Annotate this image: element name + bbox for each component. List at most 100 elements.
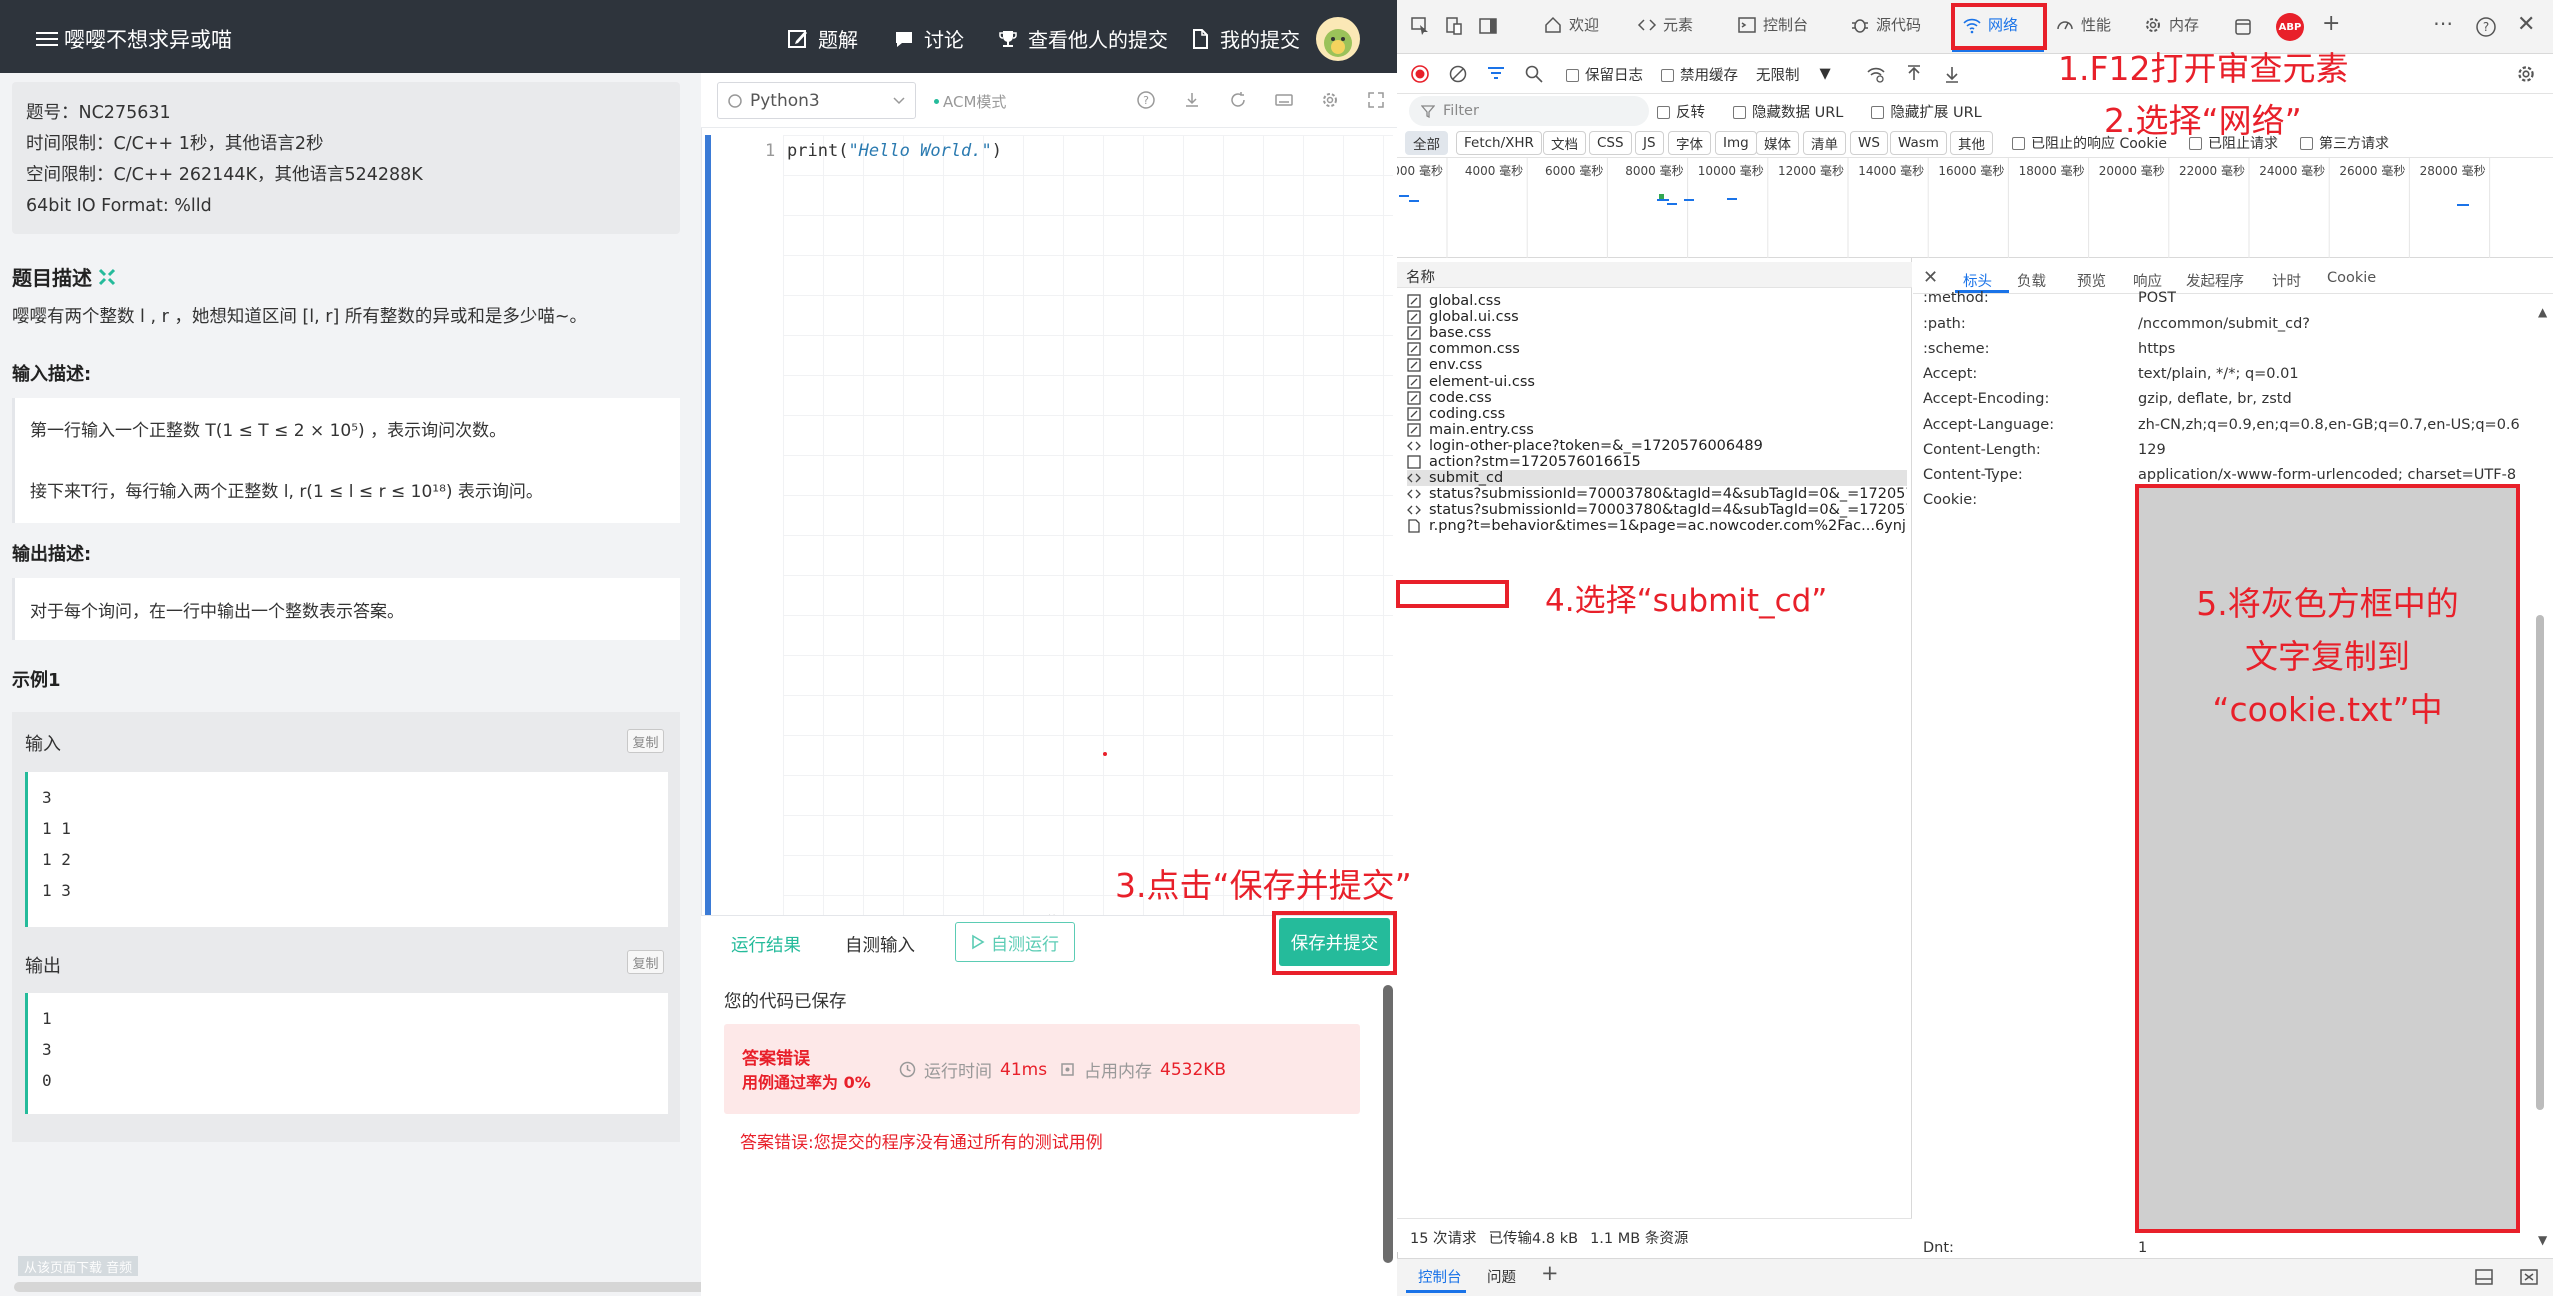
gear-icon[interactable]: [1320, 90, 1340, 110]
more-icon[interactable]: ⋯: [2433, 11, 2453, 35]
throttle-select[interactable]: 无限制 ▼: [1756, 64, 1831, 85]
type-xhr-chip[interactable]: Fetch/XHR: [1456, 131, 1542, 155]
problem-title-brand[interactable]: 嘤嘤不想求异或喵: [36, 24, 232, 54]
detail-tab[interactable]: 负载: [2017, 270, 2046, 291]
hide-data-url-checkbox[interactable]: 隐藏数据 URL: [1733, 101, 1843, 122]
refresh-icon[interactable]: [1228, 90, 1248, 110]
type-manifest-chip[interactable]: 清单: [1803, 131, 1846, 155]
detail-tab[interactable]: 响应: [2133, 270, 2162, 291]
inspect-icon[interactable]: [1410, 16, 1430, 36]
close-icon[interactable]: ✕: [2517, 12, 2535, 37]
device-icon[interactable]: [1444, 16, 1464, 36]
detail-tab[interactable]: 发起程序: [2186, 270, 2244, 291]
type-ws-chip[interactable]: WS: [1850, 131, 1888, 155]
tab-memory[interactable]: 内存: [2143, 14, 2199, 35]
request-row[interactable]: global.ui.css: [1407, 309, 1907, 325]
filter-input[interactable]: Filter: [1409, 96, 1649, 126]
detail-tab[interactable]: 计时: [2272, 270, 2301, 291]
tab-network[interactable]: 网络: [1962, 14, 2018, 35]
hide-ext-url-checkbox[interactable]: 隐藏扩展 URL: [1871, 101, 1982, 122]
keyboard-icon[interactable]: [1274, 90, 1294, 110]
drawer-tab-issues[interactable]: 问题: [1487, 1266, 1516, 1287]
detail-tab[interactable]: 预览: [2077, 270, 2106, 291]
expand-icon[interactable]: [98, 268, 116, 286]
tab-performance[interactable]: 性能: [2055, 14, 2111, 35]
request-row[interactable]: status?submissionId=70003780&tagId=4&sub…: [1407, 486, 1907, 502]
request-row[interactable]: r.png?t=behavior&times=1&page=ac.nowcode…: [1407, 518, 1907, 534]
nav-solutions[interactable]: 题解: [787, 24, 858, 53]
type-wasm-chip[interactable]: Wasm: [1890, 131, 1947, 155]
scroll-down-icon[interactable]: ▼: [2538, 1233, 2547, 1247]
add-drawer-tab-icon[interactable]: +: [1541, 1261, 1559, 1285]
dock-drawer-icon[interactable]: [2474, 1268, 2494, 1286]
download-icon[interactable]: [1942, 64, 1962, 84]
network-timeline[interactable]: 2000 毫秒 4000 毫秒 6000 毫秒 8000 毫秒 10000 毫秒 1200…: [1397, 158, 2553, 258]
adblock-icon[interactable]: ABP: [2276, 13, 2304, 41]
request-row[interactable]: element-ui.css: [1407, 374, 1907, 390]
detail-tab[interactable]: 标头: [1963, 270, 1992, 291]
request-row[interactable]: status?submissionId=70003780&tagId=4&sub…: [1407, 502, 1907, 518]
type-doc-chip[interactable]: 文档: [1543, 131, 1586, 155]
fullscreen-icon[interactable]: [1366, 90, 1386, 110]
code-area[interactable]: [783, 135, 1393, 915]
drawer-tab-console[interactable]: 控制台: [1418, 1266, 1462, 1287]
application-icon[interactable]: [2233, 17, 2253, 37]
tab-elements[interactable]: 元素: [1637, 14, 1693, 35]
dock-icon[interactable]: [1478, 16, 1498, 36]
request-row[interactable]: global.css: [1407, 293, 1907, 309]
tab-self-input[interactable]: 自测输入: [845, 932, 915, 957]
invert-checkbox[interactable]: 反转: [1657, 101, 1705, 122]
copy-input-button[interactable]: 复制: [627, 729, 664, 753]
type-all-chip[interactable]: 全部: [1405, 131, 1448, 155]
request-row[interactable]: env.css: [1407, 357, 1907, 373]
audio-download-hint[interactable]: 从该页面下载 音频: [18, 1256, 139, 1276]
add-tab-icon[interactable]: +: [2322, 11, 2340, 36]
upload-icon[interactable]: [1904, 64, 1924, 84]
request-row[interactable]: code.css: [1407, 390, 1907, 406]
request-row[interactable]: base.css: [1407, 325, 1907, 341]
type-js-chip[interactable]: JS: [1635, 131, 1664, 155]
save-submit-button[interactable]: 保存并提交: [1279, 918, 1390, 966]
type-other-chip[interactable]: 其他: [1950, 131, 1993, 155]
scroll-up-icon[interactable]: ▲: [2538, 305, 2547, 319]
tab-welcome[interactable]: 欢迎: [1543, 14, 1599, 35]
nav-discuss[interactable]: 讨论: [893, 24, 964, 53]
download-icon[interactable]: [1182, 90, 1202, 110]
third-party-checkbox[interactable]: 第三方请求: [2299, 133, 2389, 153]
clear-icon[interactable]: [1448, 64, 1468, 84]
request-row[interactable]: main.entry.css: [1407, 422, 1907, 438]
help-icon[interactable]: ?: [2475, 16, 2497, 38]
help-icon[interactable]: ?: [1136, 90, 1156, 110]
network-conditions-icon[interactable]: [1866, 64, 1886, 84]
tab-console[interactable]: 控制台: [1737, 14, 1808, 35]
close-drawer-icon[interactable]: [2519, 1268, 2539, 1286]
nav-my-submissions[interactable]: 我的提交: [1189, 24, 1300, 53]
request-row[interactable]: common.css: [1407, 341, 1907, 357]
avatar[interactable]: [1316, 17, 1360, 61]
filter-icon[interactable]: [1486, 64, 1506, 84]
code-line[interactable]: print("Hello World."): [787, 141, 1002, 161]
tab-sources[interactable]: 源代码: [1850, 14, 1921, 35]
record-icon[interactable]: [1410, 64, 1430, 84]
name-column-header[interactable]: 名称: [1406, 266, 1435, 287]
request-row[interactable]: submit_cd: [1407, 470, 1907, 487]
settings-icon[interactable]: [2515, 63, 2537, 85]
detail-tab[interactable]: Cookie: [2327, 270, 2376, 286]
tab-run-result[interactable]: 运行结果: [731, 932, 801, 957]
request-row[interactable]: coding.css: [1407, 406, 1907, 422]
acm-mode-label[interactable]: ACM模式: [934, 91, 1006, 112]
copy-output-button[interactable]: 复制: [627, 950, 664, 974]
self-test-run-button[interactable]: 自测运行: [955, 922, 1075, 962]
preserve-log-checkbox[interactable]: 保留日志: [1566, 64, 1643, 85]
vertical-scrollbar[interactable]: [1383, 985, 1393, 1263]
disable-cache-checkbox[interactable]: 禁用缓存: [1661, 64, 1738, 85]
type-font-chip[interactable]: 字体: [1668, 131, 1711, 155]
nav-others-submissions[interactable]: 查看他人的提交: [997, 24, 1168, 53]
search-icon[interactable]: [1524, 64, 1544, 84]
close-detail-icon[interactable]: ✕: [1923, 267, 1938, 288]
type-css-chip[interactable]: CSS: [1589, 131, 1632, 155]
detail-scrollbar[interactable]: [2536, 615, 2544, 1110]
request-row[interactable]: action?stm=1720576016615: [1407, 454, 1907, 470]
type-img-chip[interactable]: Img: [1715, 131, 1757, 155]
request-row[interactable]: login-other-place?token=&_=1720576006489: [1407, 438, 1907, 454]
